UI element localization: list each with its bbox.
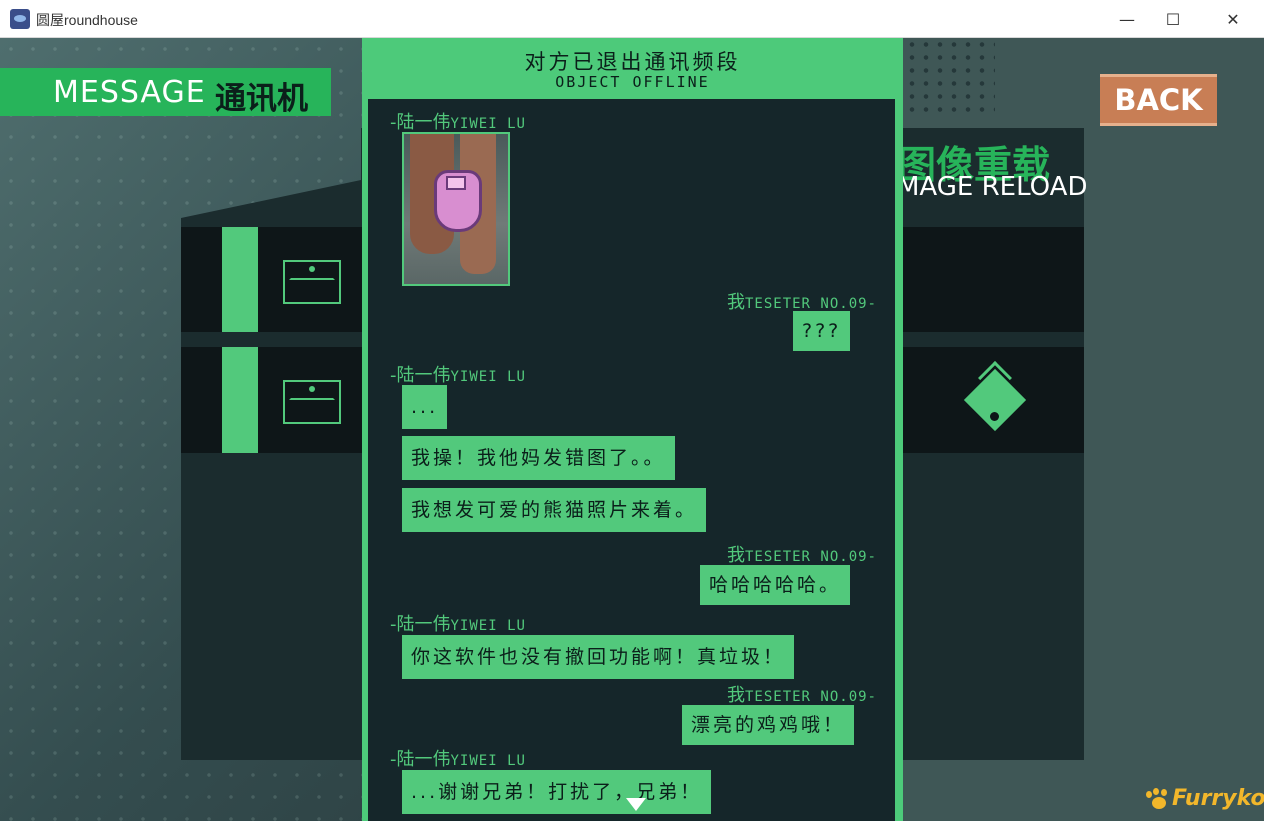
message-row-marker [222,227,258,332]
app-icon [10,9,30,29]
window-titlebar: 圆屋roundhouse — ☐ ✕ [0,0,1264,38]
chat-status-en: OBJECT OFFLINE [555,73,710,91]
chat-status-zh: 对方已退出通讯频段 [524,50,741,74]
game-scene: MESSAGE 通讯机 BACK 图像重载 MAGE RELOAD 对方已退出通… [0,38,1264,821]
sender-label: -陆一伟YIWEI LU [390,749,526,770]
chat-bubble-self: 漂亮的鸡鸡哦！ [682,705,855,745]
chat-photo[interactable] [402,132,510,286]
paw-icon [1146,788,1170,810]
image-reload-label-en[interactable]: MAGE RELOAD [897,172,1087,202]
envelope-icon [283,260,341,304]
diamond-pin-dot [990,412,999,421]
sender-label: 我TESETER NO.09- [726,685,877,706]
scroll-down-icon[interactable] [626,798,646,811]
background-dots [905,38,995,118]
chat-bubble-other: 你这软件也没有撤回功能啊！真垃圾！ [402,635,795,679]
minimize-button[interactable]: — [1104,4,1150,34]
back-button[interactable]: BACK [1100,74,1217,126]
chat-bubble-self: ??? [793,311,851,351]
sender-label: 我TESETER NO.09- [726,545,877,566]
header-label-zh: 通讯机 [215,81,308,117]
chat-bubble-other: 我想发可爱的熊猫照片来着。 [402,488,707,532]
sender-label: -陆一伟YIWEI LU [390,614,526,635]
chat-bubble-other: ... [402,385,448,429]
message-row-marker [222,347,258,453]
chat-bubble-other: ...谢谢兄弟！打扰了，兄弟！ [402,770,712,814]
message-header-tab: MESSAGE 通讯机 [0,68,331,117]
chat-message-list[interactable]: -陆一伟YIWEI LU 我TESETER NO.09- ??? -陆一伟YIW… [368,99,895,821]
close-button[interactable]: ✕ [1210,4,1256,34]
header-label-en: MESSAGE [53,75,206,110]
maximize-button[interactable]: ☐ [1150,4,1196,34]
chat-window: 对方已退出通讯频段 OBJECT OFFLINE -陆一伟YIWEI LU 我T… [362,38,903,821]
chat-bubble-self: 哈哈哈哈哈。 [700,565,851,605]
window-title: 圆屋roundhouse [36,12,138,28]
sender-label: -陆一伟YIWEI LU [390,112,526,133]
sock-sticker-cuff [446,176,466,190]
chat-bubble-other: 我操！我他妈发错图了。。 [402,436,675,480]
sender-label: -陆一伟YIWEI LU [390,365,526,386]
envelope-icon [283,380,341,424]
furrykong-logo: Furrykong [1172,786,1264,811]
